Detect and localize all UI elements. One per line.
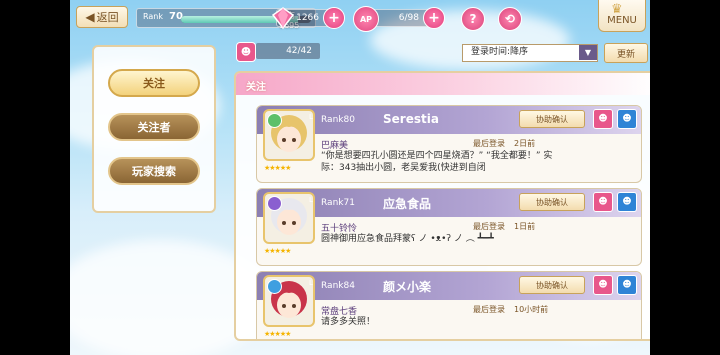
player-level: Lv100 [309, 196, 313, 204]
friend-icon: ☻ [236, 42, 256, 62]
chevron-down-icon: ▼ [579, 45, 597, 60]
player-level: Lv80 [309, 279, 313, 287]
last-login-label: 最后登录 [473, 139, 505, 148]
sort-value: 登录时间:降序 [471, 47, 529, 57]
back-label: 返回 [96, 11, 119, 24]
unfollow-button[interactable]: ☻ [593, 275, 613, 295]
add-ap-button[interactable]: + [423, 7, 445, 29]
last-login-value: 2日前 [514, 139, 536, 148]
support-confirm-button[interactable]: 协助确认 [519, 193, 585, 211]
attribute-icon [267, 196, 282, 211]
gems-value: 1266 [296, 13, 319, 23]
tab-following[interactable]: 关注 [108, 69, 200, 97]
rank-label: Rank [143, 12, 163, 21]
friend-tabs-panel: 关注 关注者 玩家搜索 [92, 45, 216, 213]
player-message: 请多多关照！ [321, 317, 376, 327]
attribute-icon [267, 279, 282, 294]
tab-player-search[interactable]: 玩家搜索 [108, 157, 200, 185]
support-confirm-button[interactable]: 协助确认 [519, 110, 585, 128]
back-button[interactable]: ◀ 返回 [76, 6, 128, 28]
player-message: 圆神御用应急食品拜蒙ʕ ノ •ᴥ•ʔ ノ ︵ ┻━┻ [321, 234, 494, 244]
profile-button[interactable]: ☻ [617, 275, 637, 295]
back-arrow-icon: ◀ [85, 10, 95, 24]
rarity-stars-icon: ★★★★★ [264, 164, 291, 172]
player-level: Lv100 [309, 113, 313, 121]
player-card[interactable]: Lv100 ★★★★★ Rank71 应急食品 协助确认 ☻ ☻ 五十铃怜 最后… [256, 188, 642, 266]
refresh-button[interactable]: 更新 [604, 43, 648, 63]
last-login-label: 最后登录 [473, 222, 505, 231]
player-rank: Rank71 [321, 198, 355, 208]
player-message: “你是想要四孔小圆还是四个四星烧酒？” “我全都要！” 实际：343抽出小圆，老… [321, 151, 553, 173]
player-rank: Rank80 [321, 115, 355, 125]
player-name: Serestia [383, 112, 439, 126]
sort-select[interactable]: 登录时间:降序 ▼ [462, 44, 598, 62]
follow-count-value: 42/42 [256, 43, 320, 59]
top-bar: ◀ 返回 Rank 70 还有1695 1266 + AP 6/98 + ? [70, 0, 650, 36]
ap-box: AP 6/98 + [353, 6, 445, 32]
player-avatar: Lv80 [263, 275, 315, 327]
player-card[interactable]: Lv80 ★★★★★ Rank84 颜メ小楽 协助确认 ☻ ☻ 常盘七香 最后登… [256, 271, 642, 339]
player-rank: Rank84 [321, 281, 355, 291]
unfollow-button[interactable]: ☻ [593, 192, 613, 212]
player-name: 颜メ小楽 [383, 280, 432, 294]
last-login-label: 最后登录 [473, 305, 505, 314]
add-gems-button[interactable]: + [323, 7, 345, 29]
player-card[interactable]: Lv100 ★★★★★ Rank80 Serestia 协助确认 ☻ ☻ 巴麻美… [256, 105, 642, 183]
panel-title: 关注 [246, 82, 266, 93]
player-list-panel: 关注 Lv100 ★★★★★ Rank80 Serestia 协助确认 ☻ ☻ … [234, 71, 650, 341]
link-button[interactable]: ⟲ [498, 7, 522, 31]
rarity-stars-icon: ★★★★★ [264, 247, 291, 255]
player-avatar: Lv100 [263, 192, 315, 244]
ap-icon: AP [353, 6, 379, 32]
game-screen: ◀ 返回 Rank 70 还有1695 1266 + AP 6/98 + ? [70, 0, 650, 355]
menu-button[interactable]: ♛ MENU [598, 0, 646, 32]
last-login-value: 1日前 [514, 222, 536, 231]
profile-button[interactable]: ☻ [617, 192, 637, 212]
panel-title-bar: 关注 [236, 73, 650, 95]
profile-button[interactable]: ☻ [617, 109, 637, 129]
player-avatar: Lv100 [263, 109, 315, 161]
crown-icon: ♛ [611, 2, 623, 17]
ap-value: 6/98 [398, 13, 419, 23]
last-login-value: 10小时前 [514, 305, 549, 314]
unfollow-button[interactable]: ☻ [593, 109, 613, 129]
support-confirm-button[interactable]: 协助确认 [519, 276, 585, 294]
gem-icon [271, 7, 295, 30]
rarity-stars-icon: ★★★★★ [264, 330, 291, 338]
help-button[interactable]: ? [461, 7, 485, 31]
gems-box: 1266 + [271, 7, 345, 30]
player-name: 应急食品 [383, 197, 432, 211]
tab-followers[interactable]: 关注者 [108, 113, 200, 141]
attribute-icon [267, 113, 282, 128]
refresh-cycle-icon: ⟲ [504, 12, 516, 26]
